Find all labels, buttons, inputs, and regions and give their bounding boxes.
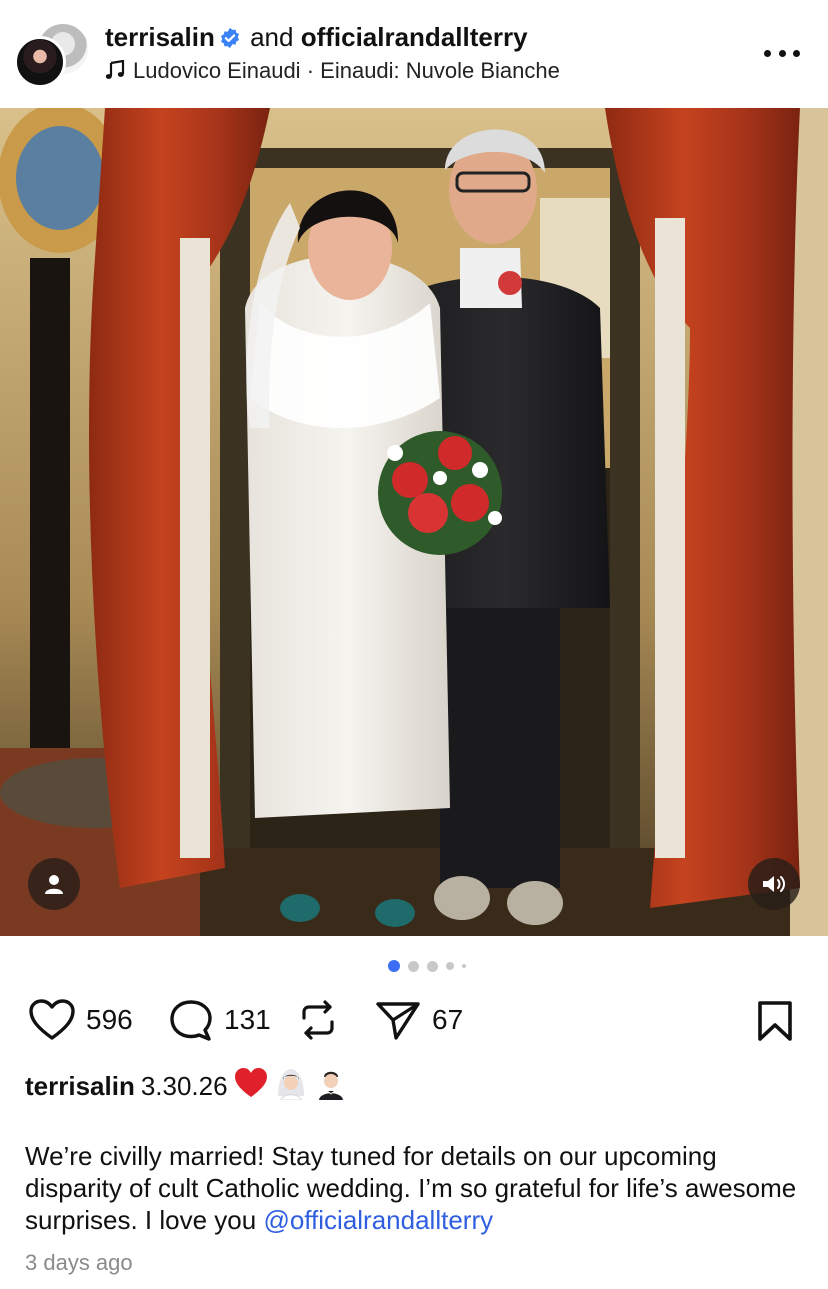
author-username[interactable]: terrisalin: [105, 22, 215, 52]
verified-badge-icon: [219, 25, 241, 56]
like-count: 596: [86, 1004, 133, 1035]
music-note-icon: [105, 59, 125, 86]
caption-date: 3.30.26: [140, 1071, 228, 1101]
post-header: terrisalin and officialrandallterry Ludo…: [0, 0, 828, 108]
carousel-dot: [427, 960, 438, 972]
carousel-dot: [462, 964, 466, 968]
share-count: 67: [432, 1004, 464, 1035]
carousel-dot: [408, 960, 419, 972]
music-artist: Ludovico Einaudi: [133, 58, 301, 83]
post-timestamp: 3 days ago: [25, 1250, 133, 1275]
speaker-icon: [763, 876, 785, 892]
carousel-dot: [446, 962, 454, 970]
dot-icon: [793, 49, 800, 57]
music-info[interactable]: Ludovico Einaudi · Einaudi: Nuvole Bianc…: [105, 58, 560, 86]
music-separator: ·: [306, 58, 315, 83]
save-button[interactable]: [756, 1000, 794, 1047]
caption-body: We’re civilly married! Stay tuned for de…: [25, 1140, 815, 1236]
music-track: Einaudi: Nuvole Bianche: [320, 58, 560, 83]
author-avatar[interactable]: [14, 36, 66, 88]
caption-header: terrisalin 3.30.26: [25, 1066, 348, 1107]
mention-link[interactable]: @officialrandallterry: [263, 1205, 493, 1235]
dot-icon: [764, 49, 771, 57]
bookmark-icon: [758, 1001, 792, 1041]
heart-icon: [29, 999, 75, 1040]
post-authors: terrisalin and officialrandallterry: [105, 22, 528, 56]
author-connector: and: [250, 22, 294, 52]
sound-toggle-button[interactable]: [748, 858, 800, 910]
comment-button[interactable]: 131: [168, 998, 271, 1042]
red-heart-icon: [234, 1067, 268, 1106]
post-photo[interactable]: [0, 108, 828, 936]
share-button[interactable]: 67: [374, 998, 463, 1042]
caption-username[interactable]: terrisalin: [25, 1071, 135, 1102]
like-button[interactable]: 596: [28, 998, 133, 1042]
comment-icon: [170, 1000, 212, 1041]
wedding-photo-illustration: [0, 108, 828, 936]
send-icon: [376, 1002, 420, 1040]
tagged-users-button[interactable]: [28, 858, 80, 910]
dot-icon: [778, 49, 786, 57]
groom-emoji-icon: [314, 1066, 348, 1107]
author-avatars[interactable]: [14, 22, 90, 88]
repost-icon: [302, 1000, 334, 1040]
more-options-button[interactable]: [764, 38, 800, 68]
person-icon: [45, 875, 63, 894]
bride-emoji-icon: [274, 1066, 308, 1107]
comment-count: 131: [224, 1004, 271, 1035]
coauthor-username[interactable]: officialrandallterry: [301, 22, 528, 52]
post-actions: 596 131 67: [28, 998, 800, 1044]
repost-button[interactable]: [298, 998, 338, 1042]
carousel-indicator: [388, 960, 466, 972]
carousel-dot-active: [388, 960, 400, 972]
